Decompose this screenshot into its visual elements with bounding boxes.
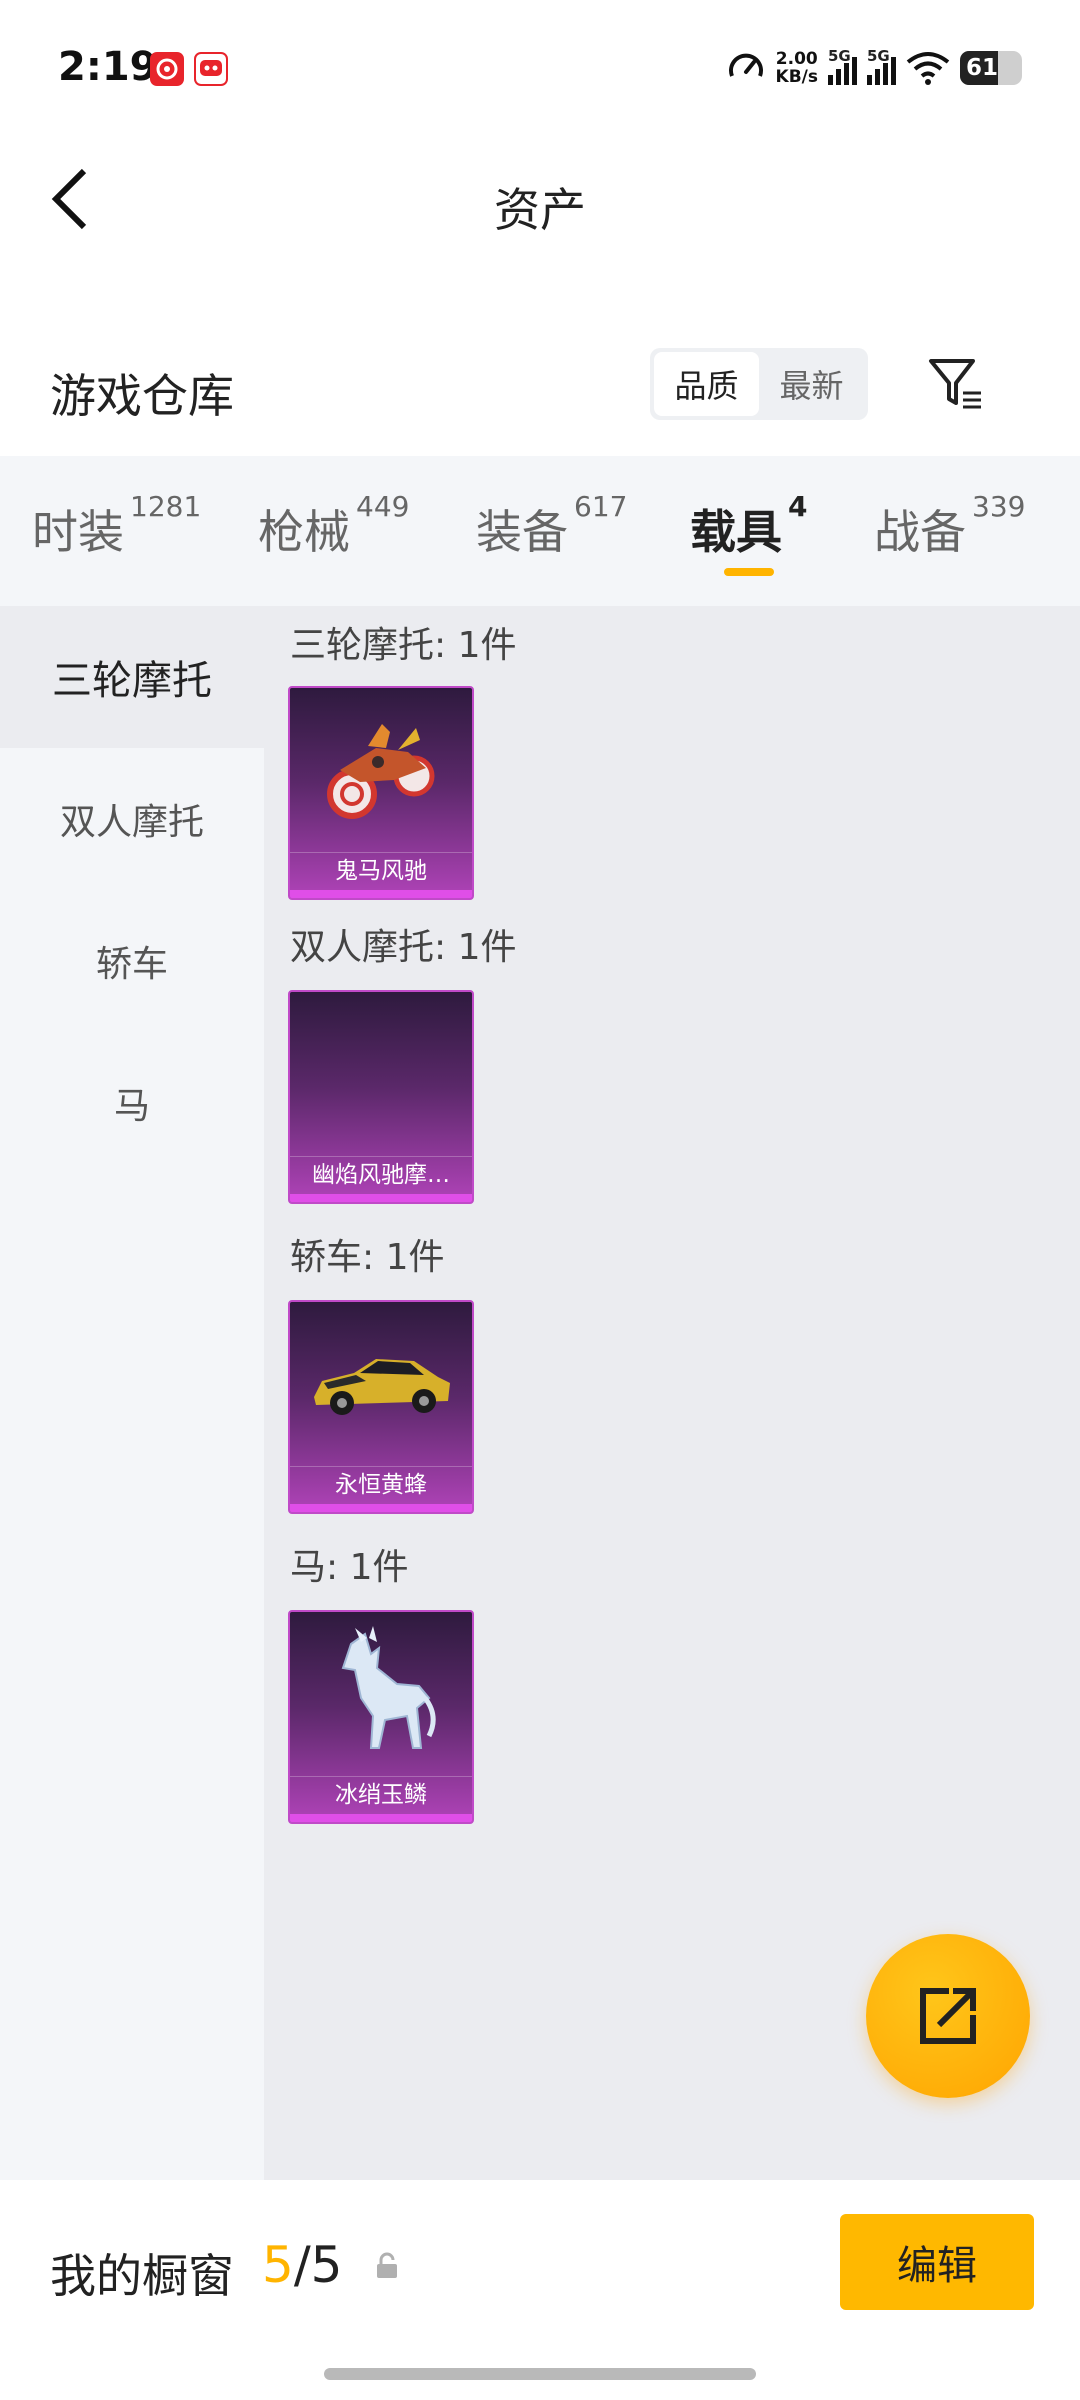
item-name: 永恒黄蜂	[290, 1466, 472, 1502]
app-notification-icon-1	[150, 52, 184, 86]
tricycle-motorcycle-icon	[290, 688, 472, 852]
sort-by-quality[interactable]: 品质	[654, 352, 759, 416]
ice-horse-icon	[290, 1612, 472, 1776]
sidebar-item-horse[interactable]: 马	[0, 1032, 264, 1174]
edit-button[interactable]: 编辑	[840, 2214, 1034, 2310]
signal-icon-2: 5G	[867, 47, 896, 85]
group-label-two-seat-motorcycle: 双人摩托: 1件	[290, 927, 517, 968]
item-card-two-seat-motorcycle[interactable]: 幽焰风驰摩…	[288, 990, 474, 1204]
item-name: 鬼马风驰	[290, 852, 472, 888]
filter-icon	[929, 359, 981, 409]
item-card-tricycle[interactable]: 鬼马风驰	[288, 686, 474, 900]
item-card-horse[interactable]: 冰绡玉鳞	[288, 1610, 474, 1824]
status-bar: 2:19 2.00 KB/s 5G 5G 61	[0, 0, 1080, 140]
filter-button[interactable]	[920, 348, 990, 418]
status-icons: 2.00 KB/s 5G 5G 61	[726, 46, 1022, 90]
sports-car-icon	[290, 1302, 472, 1466]
speedometer-icon	[728, 53, 763, 77]
bottom-showcase-bar: 我的橱窗 5/5 编辑	[0, 2180, 1080, 2400]
warehouse-header: 游戏仓库 品质 最新	[0, 340, 1080, 450]
lock-icon	[377, 2252, 397, 2278]
sidebar-item-two-seat-motorcycle[interactable]: 双人摩托	[0, 748, 264, 890]
group-label-tricycle: 三轮摩托: 1件	[290, 625, 517, 666]
signal-icon-1: 5G	[828, 47, 857, 85]
battery-level: 61	[965, 55, 998, 81]
home-indicator[interactable]	[324, 2368, 756, 2380]
group-label-car: 轿车: 1件	[290, 1237, 445, 1278]
tab-guns[interactable]: 枪械 449	[258, 490, 409, 562]
subcategory-sidebar: 三轮摩托 双人摩托 轿车 马	[0, 606, 264, 2180]
group-label-horse: 马: 1件	[290, 1547, 409, 1588]
app-notification-icon-2	[194, 52, 228, 86]
tab-equipment[interactable]: 装备 617	[476, 490, 627, 562]
top-header: 资产	[0, 140, 1080, 260]
showcase-label: 我的橱窗	[50, 2249, 234, 2303]
share-fab-button[interactable]	[866, 1934, 1030, 2098]
item-name: 幽焰风驰摩…	[290, 1156, 472, 1192]
sidebar-item-tricycle[interactable]: 三轮摩托	[0, 606, 264, 748]
sort-by-newest[interactable]: 最新	[759, 352, 864, 416]
category-tabs: 时装 1281 枪械 449 装备 617 载具 4 战备 339	[0, 456, 1080, 606]
showcase-count: 5/5	[262, 2236, 343, 2294]
item-art-placeholder	[290, 992, 472, 1156]
share-external-icon	[920, 1988, 976, 2044]
network-speed: 2.00 KB/s	[775, 49, 818, 87]
sort-toggle: 品质 最新	[650, 348, 868, 420]
item-card-car[interactable]: 永恒黄蜂	[288, 1300, 474, 1514]
tab-combat-gear[interactable]: 战备 339	[874, 490, 1025, 562]
sidebar-item-car[interactable]: 轿车	[0, 890, 264, 1032]
section-title: 游戏仓库	[50, 369, 234, 423]
wifi-icon	[906, 52, 950, 85]
status-time: 2:19	[58, 44, 158, 90]
page-title: 资产	[494, 183, 586, 237]
item-name: 冰绡玉鳞	[290, 1776, 472, 1812]
tab-fashion[interactable]: 时装 1281	[32, 490, 201, 562]
battery-icon: 61	[960, 51, 1022, 85]
tab-vehicles[interactable]: 载具 4	[690, 490, 807, 562]
active-tab-indicator	[724, 568, 774, 576]
